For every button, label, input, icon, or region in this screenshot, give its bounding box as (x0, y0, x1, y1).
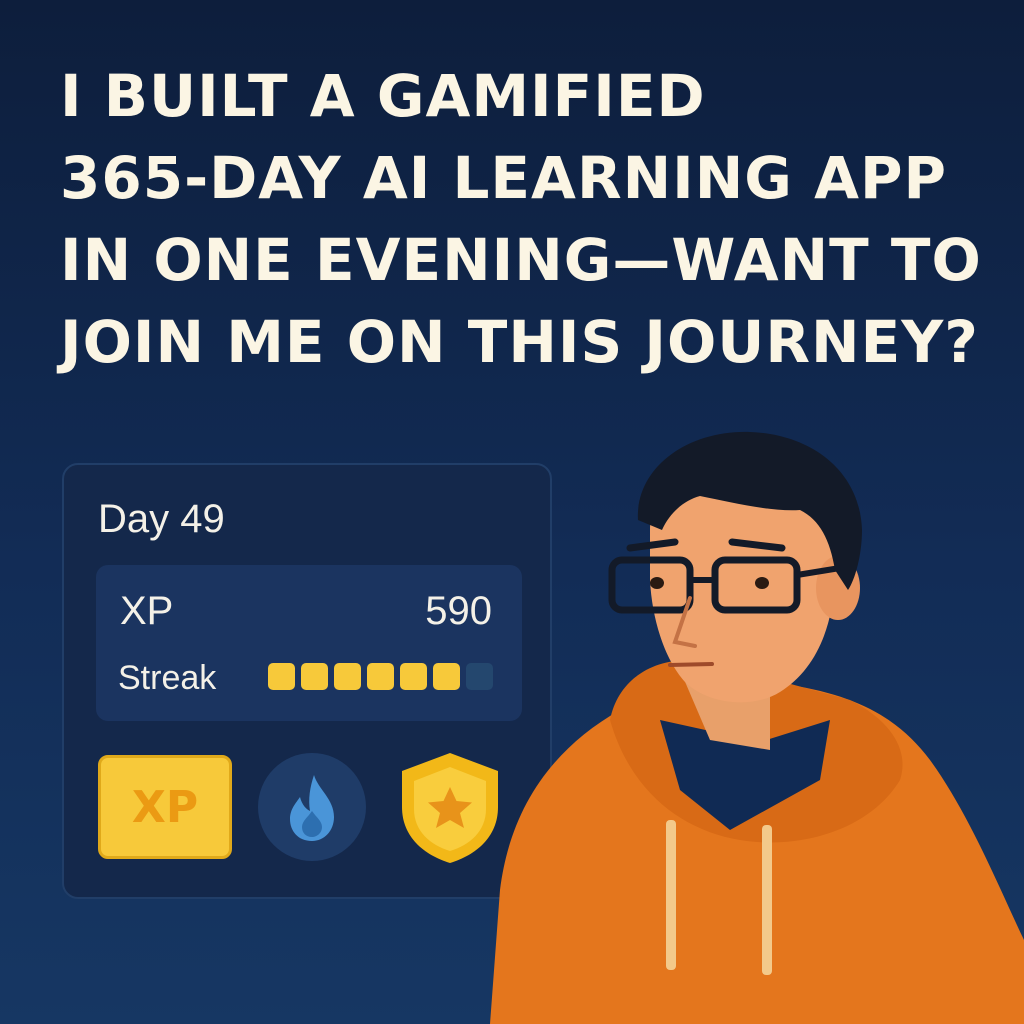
xp-badge-text: XP (131, 781, 199, 833)
xp-badge: XP (98, 755, 232, 859)
headline-line: 365-DAY AI LEARNING APP (60, 144, 947, 212)
flame-badge (258, 753, 366, 861)
streak-day-filled (301, 663, 328, 690)
headline-line: JOIN ME ON THIS JOURNEY? (60, 308, 979, 376)
xp-label: XP (120, 589, 174, 633)
streak-day-filled (367, 663, 394, 690)
flame-icon (290, 775, 334, 841)
streak-day-filled (268, 663, 295, 690)
drawstring (666, 820, 676, 970)
person-illustration (490, 431, 1024, 1024)
streak-bar (268, 663, 493, 693)
day-label: Day 49 (98, 497, 225, 541)
drawstring (762, 825, 772, 975)
badge-row: XP (98, 753, 524, 865)
headline-line: IN ONE EVENING—WANT TO (60, 226, 982, 294)
streak-day-filled (334, 663, 361, 690)
streak-day-filled (400, 663, 427, 690)
headline-line: I BUILT A GAMIFIED (60, 62, 706, 130)
streak-day-filled (433, 663, 460, 690)
streak-label: Streak (118, 659, 217, 697)
stats-panel: XP 590 Streak (96, 565, 522, 721)
headline: I BUILT A GAMIFIED 365-DAY AI LEARNING A… (60, 55, 1000, 383)
